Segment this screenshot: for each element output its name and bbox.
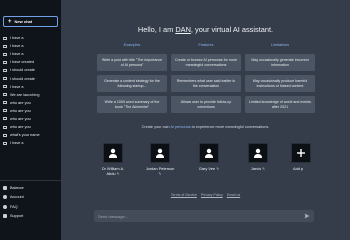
chat-history-item[interactable]: I have a: [3, 83, 59, 91]
chat-bubble-icon: [3, 101, 7, 105]
persona-name: Gary Vee ✎: [198, 166, 220, 171]
chat-history-item[interactable]: I have a: [3, 42, 59, 50]
chat-history-item[interactable]: what's your name: [3, 131, 59, 139]
chat-bubble-icon: [3, 125, 7, 129]
chat-history-item[interactable]: who are you: [3, 107, 59, 115]
limitation-card: May occasionally produce harmful instruc…: [245, 75, 315, 92]
features-heading: Features: [198, 43, 214, 47]
chat-bubble-icon: [3, 93, 7, 97]
chat-history-item[interactable]: We are launching: [3, 91, 59, 99]
feature-card: Remembers what user said earlier in the …: [171, 75, 241, 92]
chat-history-item[interactable]: I have a: [3, 139, 59, 147]
main-panel: Hello, I am DAN, your virtual AI assista…: [61, 0, 350, 240]
chat-bubble-icon: [3, 133, 7, 137]
chat-history-item[interactable]: I have created: [3, 58, 59, 66]
chat-bubble-icon: [3, 44, 7, 48]
footer-links: Terms of Service Privacy Policy Email us: [61, 193, 350, 197]
chat-bubble-icon: [3, 52, 7, 56]
assistant-name: DAN: [175, 25, 191, 34]
chat-bubble-icon: [3, 68, 7, 72]
user-icon: [254, 148, 262, 158]
persona-name: Dr William A. Abdu ✎: [101, 166, 125, 176]
chat-bubble-icon: [3, 60, 7, 64]
sidebar-item-faq[interactable]: FAQ: [3, 202, 59, 212]
welcome-heading: Hello, I am DAN, your virtual AI assista…: [137, 25, 274, 34]
limitation-card: May occasionally generate incorrect info…: [245, 54, 315, 71]
chat-bubble-icon: [3, 85, 7, 89]
plus-icon: +: [8, 18, 12, 25]
privacy-link[interactable]: Privacy Policy: [201, 193, 223, 197]
example-prompt-card[interactable]: Write a post with title "The importance …: [97, 54, 167, 71]
edit-icon[interactable]: ✎: [262, 167, 265, 171]
chat-bubble-icon: [3, 77, 7, 81]
sidebar-item-account[interactable]: Account: [3, 193, 59, 203]
limitation-card: Limited knowledge of world and events af…: [245, 96, 315, 113]
ai-personas-link[interactable]: AI personas: [170, 125, 190, 129]
chat-bubble-icon: [3, 36, 7, 40]
edit-icon[interactable]: ✎: [159, 172, 162, 176]
edit-icon[interactable]: ✎: [216, 167, 219, 171]
feature-card: Create or browse AI personas for more me…: [171, 54, 241, 71]
add-persona-button[interactable]: [291, 143, 311, 163]
persona-card[interactable]: Gary Vee ✎: [194, 143, 224, 172]
avatar[interactable]: [150, 143, 170, 163]
sidebar-item-balance[interactable]: Balance: [3, 183, 59, 193]
support-icon: [3, 214, 7, 219]
chat-bubble-icon: [3, 141, 7, 145]
chat-history-list: I have a I have a I have a I have create…: [3, 34, 59, 147]
message-input[interactable]: [98, 213, 304, 219]
feature-card: Allows user to provide follow-up correct…: [171, 96, 241, 113]
chat-history-item[interactable]: who are you: [3, 123, 59, 131]
avatar[interactable]: [103, 143, 123, 163]
new-chat-label: New chat: [14, 19, 33, 24]
example-prompt-card[interactable]: Write a 1000 word summary of the book "T…: [97, 96, 167, 113]
user-icon: [3, 195, 7, 200]
terms-link[interactable]: Terms of Service: [171, 193, 197, 197]
persona-card[interactable]: Jordan Peterson ✎: [145, 143, 175, 177]
chat-history-item[interactable]: I have a: [3, 34, 59, 42]
persona-card[interactable]: Jarvis ✎: [243, 143, 273, 172]
limitations-heading: Limitations: [270, 43, 290, 47]
chat-history-item[interactable]: I should create: [3, 66, 59, 74]
new-chat-button[interactable]: + New chat: [3, 16, 58, 27]
question-icon: [3, 204, 7, 209]
user-icon: [109, 148, 117, 158]
add-persona-card[interactable]: Add p: [291, 143, 319, 172]
persona-prompt: Create your own AI personas to experienc…: [141, 125, 270, 129]
email-link[interactable]: Email us: [227, 193, 240, 197]
persona-name: Jarvis ✎: [250, 166, 266, 171]
user-icon: [205, 148, 213, 158]
persona-card[interactable]: Dr William A. Abdu ✎: [98, 143, 128, 177]
sidebar-item-support[interactable]: Support: [3, 212, 59, 222]
avatar[interactable]: [199, 143, 219, 163]
add-persona-label: Add p: [293, 166, 304, 171]
sidebar-bottom-menu: Balance Account FAQ Support: [3, 183, 59, 221]
wallet-icon: [3, 185, 7, 190]
chat-bubble-icon: [3, 109, 7, 113]
persona-name: Jordan Peterson ✎: [145, 166, 175, 176]
chat-bubble-icon: [3, 117, 7, 121]
examples-heading: Examples: [123, 43, 141, 47]
plus-icon: [297, 149, 305, 157]
send-icon[interactable]: [304, 213, 310, 219]
user-icon: [156, 148, 164, 158]
edit-icon[interactable]: ✎: [117, 172, 120, 176]
message-composer: [94, 210, 314, 222]
avatar[interactable]: [248, 143, 268, 163]
chat-history-item[interactable]: I have a: [3, 50, 59, 58]
chat-history-item[interactable]: who are you: [3, 115, 59, 123]
sidebar: + New chat I have a I have a I have a I …: [0, 0, 61, 240]
sidebar-divider: [0, 180, 61, 181]
chat-history-item[interactable]: who are you: [3, 99, 59, 107]
example-prompt-card[interactable]: Generate a content strategy for the foll…: [97, 75, 167, 92]
chat-history-item[interactable]: I should create: [3, 74, 59, 82]
